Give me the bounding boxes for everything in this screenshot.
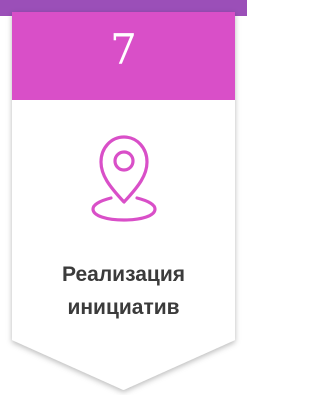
location-pin-icon [91,135,157,222]
step-title-line-2: инициатив [67,296,180,319]
step-title: Реализация инициатив [20,258,227,324]
step-card-stage: 7 Реализация инициатив [0,0,247,395]
step-title-line-1: Реализация [61,263,185,286]
step-number: 7 [110,25,137,74]
